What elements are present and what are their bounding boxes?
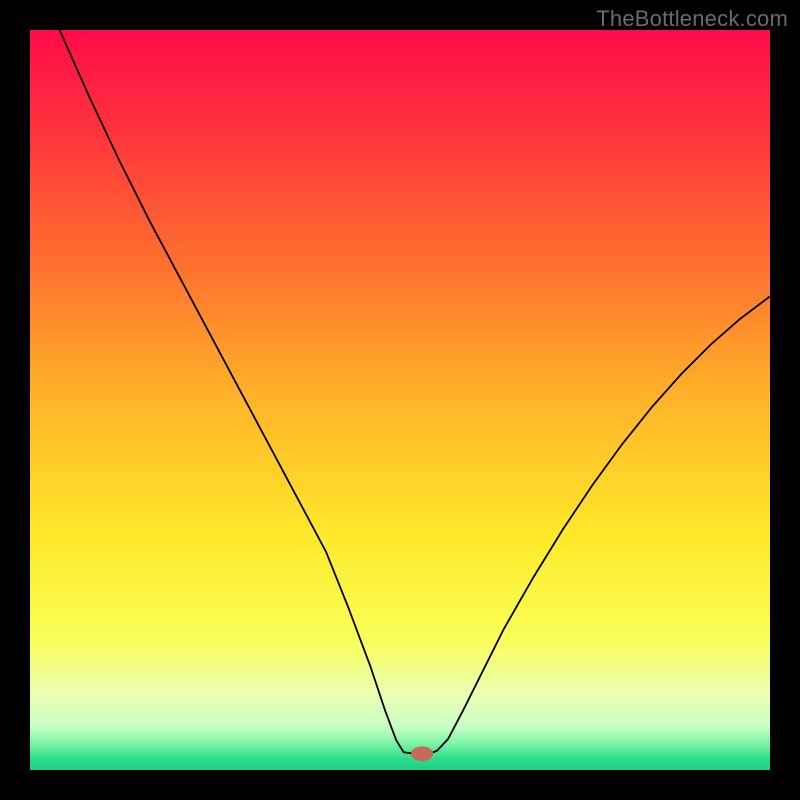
optimal-point-marker [411, 746, 433, 761]
bottleneck-chart [30, 30, 770, 770]
watermark-text: TheBottleneck.com [596, 6, 788, 32]
chart-frame: TheBottleneck.com [0, 0, 800, 800]
